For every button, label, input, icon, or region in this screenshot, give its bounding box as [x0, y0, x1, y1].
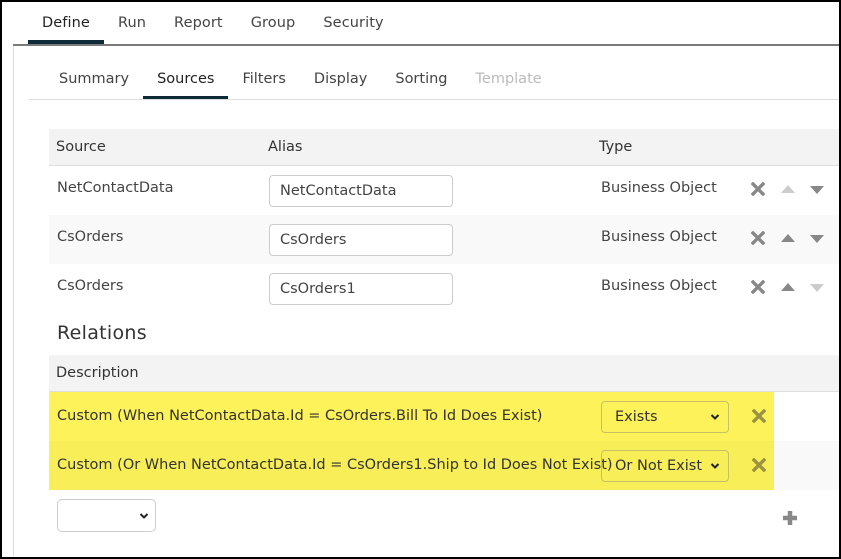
tab-template: Template [475, 71, 542, 87]
sub-tab-divider [29, 99, 839, 100]
source-name: CsOrders [57, 278, 124, 294]
chevron-down-icon [139, 513, 149, 519]
relation-row: Custom (When NetContactData.Id = CsOrder… [49, 392, 839, 441]
triangle-down-icon[interactable] [810, 235, 824, 243]
close-x-icon[interactable] [751, 182, 765, 196]
source-type: Business Object [601, 180, 717, 196]
column-header-type: Type [599, 139, 633, 155]
close-x-icon[interactable] [752, 458, 766, 472]
relation-type-select[interactable]: Or Not Exist [601, 450, 729, 482]
source-type: Business Object [601, 229, 717, 245]
tab-security[interactable]: Security [309, 2, 397, 44]
column-header-source: Source [56, 139, 106, 155]
tab-summary[interactable]: Summary [45, 60, 143, 99]
relation-description: Custom (When NetContactData.Id = CsOrder… [57, 408, 543, 424]
source-row: NetContactData Business Object [49, 166, 839, 215]
report-editor-window: Define Run Report Group Security Summary… [0, 0, 841, 559]
tab-define[interactable]: Define [28, 2, 104, 44]
close-x-icon[interactable] [752, 409, 766, 423]
triangle-up-icon[interactable] [781, 234, 795, 242]
tab-run[interactable]: Run [104, 2, 160, 44]
triangle-up-icon [781, 185, 795, 193]
relation-type-value: Or Not Exist [615, 458, 703, 474]
alias-input[interactable] [269, 175, 453, 207]
tab-group[interactable]: Group [237, 2, 310, 44]
column-header-description: Description [56, 365, 139, 381]
plus-icon[interactable] [782, 510, 798, 526]
sub-tab-bar: Summary Sources Filters Display Sorting … [45, 60, 556, 99]
top-tab-divider [13, 44, 839, 46]
chevron-down-icon [710, 463, 720, 469]
source-row: CsOrders Business Object [49, 264, 839, 313]
triangle-down-icon[interactable] [810, 186, 824, 194]
new-relation-select[interactable] [57, 499, 156, 532]
chevron-down-icon [710, 414, 720, 420]
tab-sources[interactable]: Sources [143, 60, 229, 99]
sources-table: Source Alias Type NetContactData Busines… [49, 129, 839, 313]
panel-left-border [13, 46, 14, 557]
close-x-icon[interactable] [751, 231, 765, 245]
relations-table: Description Custom (When NetContactData.… [49, 355, 839, 490]
triangle-up-icon[interactable] [781, 283, 795, 291]
tab-sorting[interactable]: Sorting [381, 60, 461, 99]
source-type: Business Object [601, 278, 717, 294]
relation-description: Custom (Or When NetContactData.Id = CsOr… [57, 457, 613, 473]
alias-input[interactable] [269, 273, 453, 305]
relation-row: Custom (Or When NetContactData.Id = CsOr… [49, 441, 839, 490]
source-name: NetContactData [57, 180, 174, 196]
alias-input[interactable] [269, 224, 453, 256]
tab-filters[interactable]: Filters [228, 60, 299, 99]
tab-display[interactable]: Display [300, 60, 381, 99]
source-row: CsOrders Business Object [49, 215, 839, 264]
relation-type-value: Exists [615, 409, 658, 425]
relation-type-select[interactable]: Exists [601, 401, 729, 433]
sources-table-header: Source Alias Type [49, 129, 839, 166]
relations-table-header: Description [49, 355, 839, 392]
column-header-alias: Alias [268, 139, 303, 155]
tab-report[interactable]: Report [160, 2, 237, 44]
relations-title: Relations [57, 322, 147, 344]
triangle-down-icon [810, 284, 824, 292]
close-x-icon[interactable] [751, 280, 765, 294]
source-name: CsOrders [57, 229, 124, 245]
top-tab-bar: Define Run Report Group Security [28, 2, 398, 44]
